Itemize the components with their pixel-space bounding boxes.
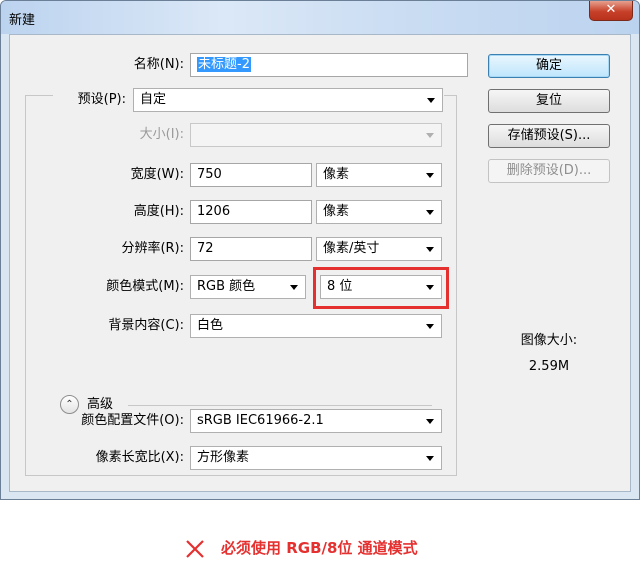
chevron-down-icon <box>426 210 434 215</box>
close-button[interactable]: ✕ <box>589 1 633 21</box>
preset-value: 自定 <box>140 92 167 107</box>
delete-preset-button: 删除预设(D)... <box>488 159 610 183</box>
name-input[interactable]: 未标题-2 <box>190 53 468 77</box>
preset-group-border <box>444 95 456 96</box>
footer-message: 必须使用 RGB/8位 通道模式 <box>221 539 418 557</box>
bit-depth-highlight <box>313 267 449 309</box>
chevron-down-icon <box>426 456 434 461</box>
pixel-aspect-value: 方形像素 <box>197 450 250 465</box>
background-label: 背景内容(C): <box>108 318 184 333</box>
resolution-input[interactable]: 72 <box>190 237 312 261</box>
image-size-label: 图像大小: <box>520 333 578 348</box>
height-unit-value: 像素 <box>323 204 350 219</box>
chevron-down-icon <box>426 173 434 178</box>
preset-group-border <box>25 475 457 476</box>
resolution-unit-select[interactable]: 像素/英寸 <box>316 237 442 261</box>
image-size-value: 2.59M <box>528 359 570 374</box>
preset-label: 预设(P): <box>77 92 126 107</box>
resolution-label: 分辨率(R): <box>121 241 184 256</box>
preset-select[interactable]: 自定 <box>133 88 443 112</box>
x-mark-icon <box>186 540 204 558</box>
advanced-divider <box>128 405 432 406</box>
title-bar[interactable]: 新建 ✕ <box>1 1 639 34</box>
background-value: 白色 <box>197 318 224 333</box>
chevron-down-icon <box>426 133 434 138</box>
ok-button[interactable]: 确定 <box>488 54 610 78</box>
color-profile-select[interactable]: sRGB IEC61966-2.1 <box>190 409 442 433</box>
dialog-title: 新建 <box>9 13 36 28</box>
chevron-down-icon <box>427 98 435 103</box>
new-document-dialog: 新建 ✕ 名称(N): 未标题-2 预设(P): 自定 大小(I): 宽度(W)… <box>0 0 640 500</box>
color-profile-value: sRGB IEC61966-2.1 <box>197 413 324 428</box>
chevron-down-icon <box>426 247 434 252</box>
close-icon: ✕ <box>605 2 617 17</box>
size-select <box>190 123 442 147</box>
color-profile-label: 颜色配置文件(O): <box>81 413 184 428</box>
preset-group-border <box>456 95 457 475</box>
reset-button[interactable]: 复位 <box>488 89 610 113</box>
pixel-aspect-label: 像素长宽比(X): <box>95 450 184 465</box>
name-label: 名称(N): <box>133 57 184 72</box>
height-unit-select[interactable]: 像素 <box>316 200 442 224</box>
color-mode-value: RGB 颜色 <box>197 279 256 294</box>
background-select[interactable]: 白色 <box>190 314 442 338</box>
width-unit-value: 像素 <box>323 167 350 182</box>
color-mode-select[interactable]: RGB 颜色 <box>190 275 306 299</box>
color-mode-label: 颜色模式(M): <box>106 279 184 294</box>
save-preset-button[interactable]: 存储预设(S)... <box>488 124 610 148</box>
chevron-down-icon <box>426 419 434 424</box>
resolution-unit-value: 像素/英寸 <box>323 241 380 256</box>
size-label: 大小(I): <box>139 127 184 142</box>
pixel-aspect-select[interactable]: 方形像素 <box>190 446 442 470</box>
chevron-down-icon <box>426 324 434 329</box>
height-input[interactable]: 1206 <box>190 200 312 224</box>
width-unit-select[interactable]: 像素 <box>316 163 442 187</box>
chevron-down-icon <box>290 285 298 290</box>
height-label: 高度(H): <box>133 204 184 219</box>
width-label: 宽度(W): <box>130 167 184 182</box>
name-value: 未标题-2 <box>197 57 251 72</box>
footer-note: 必须使用 RGB/8位 通道模式 <box>0 534 644 562</box>
width-input[interactable]: 750 <box>190 163 312 187</box>
